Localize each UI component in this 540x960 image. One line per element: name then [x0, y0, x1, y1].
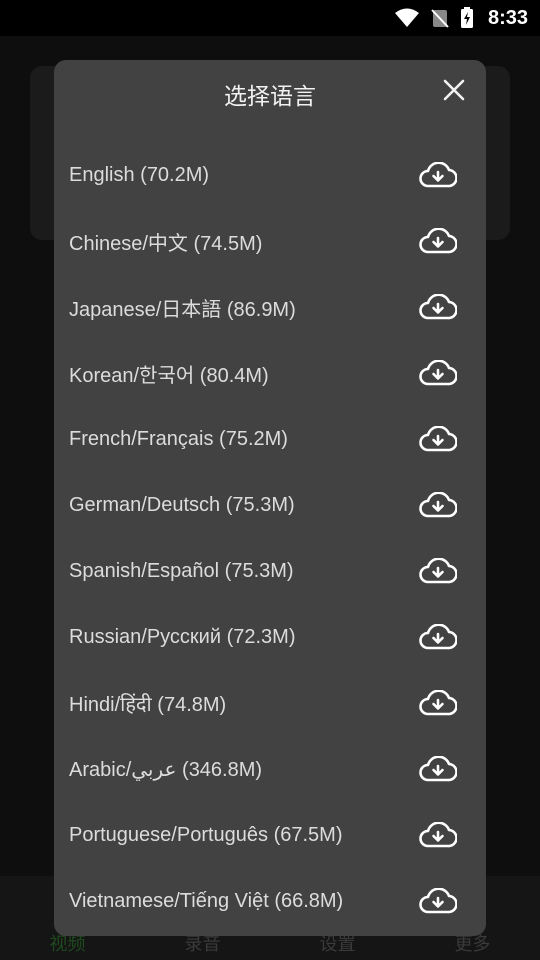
language-label: Vietnamese/Tiếng Việt (66.8M)	[69, 889, 344, 912]
cloud-download-icon[interactable]	[418, 161, 458, 189]
battery-charging-icon	[460, 7, 474, 29]
close-button[interactable]	[440, 78, 468, 106]
language-item[interactable]: Korean/한국어 (80.4M)	[54, 340, 486, 406]
language-item[interactable]: German/Deutsch (75.3M)	[54, 472, 486, 538]
language-label: Chinese/中文 (74.5M)	[69, 232, 263, 255]
language-item[interactable]: Japanese/日本語 (86.9M)	[54, 274, 486, 340]
language-item[interactable]: Spanish/Español (75.3M)	[54, 538, 486, 604]
close-icon	[442, 78, 466, 107]
language-label: German/Deutsch (75.3M)	[69, 493, 295, 516]
language-label: Arabic/عربي (346.8M)	[69, 758, 263, 781]
status-bar: 8:33	[0, 0, 540, 36]
language-item[interactable]: Arabic/عربي (346.8M)	[54, 736, 486, 802]
language-label: Korean/한국어 (80.4M)	[69, 364, 269, 387]
status-time: 8:33	[487, 6, 528, 29]
language-label: Portuguese/Português (67.5M)	[69, 823, 343, 846]
language-item[interactable]: Russian/Русский (72.3M)	[54, 604, 486, 670]
no-signal-icon	[430, 8, 450, 28]
language-item[interactable]: Hindi/हिंदी (74.8M)	[54, 670, 486, 736]
cloud-download-icon[interactable]	[418, 821, 458, 849]
nav-label-more: 更多	[454, 934, 491, 954]
cloud-download-icon[interactable]	[418, 755, 458, 783]
language-item[interactable]: Portuguese/Português (67.5M)	[54, 802, 486, 868]
language-label: Hindi/हिंदी (74.8M)	[69, 693, 227, 716]
language-label: French/Français (75.2M)	[69, 427, 288, 450]
language-label: Spanish/Español (75.3M)	[69, 559, 294, 582]
language-item[interactable]: Vietnamese/Tiếng Việt (66.8M)	[54, 868, 486, 934]
cloud-download-icon[interactable]	[418, 623, 458, 651]
nav-label-settings: 设置	[319, 934, 356, 954]
wifi-icon	[394, 8, 420, 28]
cloud-download-icon[interactable]	[418, 227, 458, 255]
cloud-download-icon[interactable]	[418, 887, 458, 915]
nav-label-recording: 录音	[184, 934, 221, 954]
cloud-download-icon[interactable]	[418, 557, 458, 585]
language-item[interactable]: French/Français (75.2M)	[54, 406, 486, 472]
language-label: English (70.2M)	[69, 163, 210, 186]
cloud-download-icon[interactable]	[418, 359, 458, 387]
cloud-download-icon[interactable]	[418, 425, 458, 453]
language-item[interactable]: English (70.2M)	[54, 142, 486, 208]
cloud-download-icon[interactable]	[418, 293, 458, 321]
language-list: English (70.2M) Chinese/中文 (74.5M) Japan…	[54, 142, 486, 934]
language-dialog: 选择语言 English (70.2M) Chinese/中文 (74.5M) …	[54, 60, 486, 936]
cloud-download-icon[interactable]	[418, 689, 458, 717]
language-label: Japanese/日本語 (86.9M)	[69, 298, 296, 321]
language-item[interactable]: Chinese/中文 (74.5M)	[54, 208, 486, 274]
language-label: Russian/Русский (72.3M)	[69, 625, 296, 648]
cloud-download-icon[interactable]	[418, 491, 458, 519]
nav-label-video: 视频	[49, 934, 86, 954]
dialog-title: 选择语言	[224, 83, 316, 109]
